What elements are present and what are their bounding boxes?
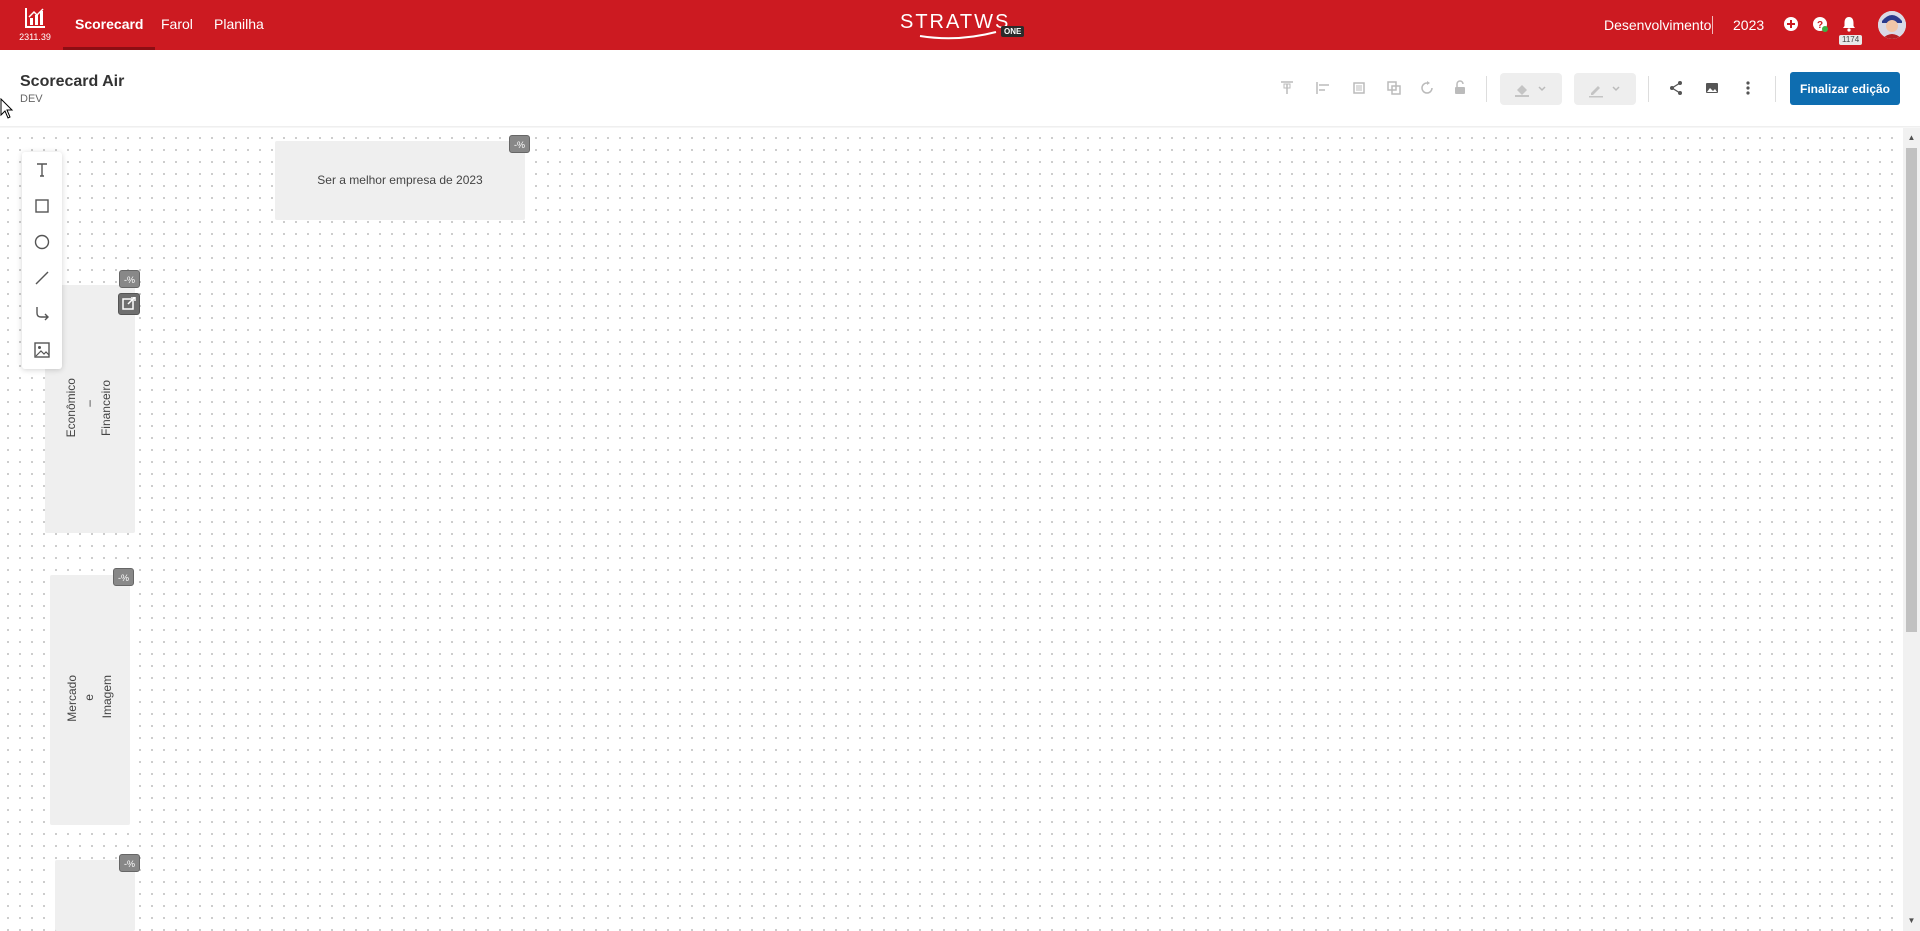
vision-percent-badge[interactable]: -% [509, 135, 530, 153]
stroke-color-dropdown[interactable] [1574, 73, 1636, 105]
year-selector[interactable]: 2023 [1733, 0, 1764, 50]
toolbar-separator [1648, 76, 1649, 102]
drawing-tools-palette [22, 152, 62, 369]
perspective-percent-badge[interactable]: -% [119, 854, 140, 872]
page-subtitle: DEV [20, 93, 43, 105]
avatar-image-icon [1878, 11, 1906, 39]
vision-card[interactable]: Ser a melhor empresa de 2023 [275, 141, 525, 220]
share-icon[interactable] [1668, 80, 1684, 96]
app-home-button[interactable]: 2311.39 [18, 6, 52, 46]
tab-planilha[interactable]: Planilha [214, 0, 264, 50]
bring-front-icon[interactable] [1351, 80, 1367, 96]
unlock-icon[interactable] [1452, 80, 1468, 96]
tab-farol[interactable]: Farol [161, 0, 193, 50]
more-vertical-icon[interactable] [1740, 80, 1756, 96]
scroll-down-arrow-icon[interactable]: ▼ [1906, 916, 1917, 926]
help-icon[interactable]: ? [1811, 15, 1829, 33]
add-circle-icon[interactable] [1782, 15, 1800, 33]
image-export-icon[interactable] [1704, 80, 1720, 96]
fill-color-icon [1515, 85, 1529, 97]
align-top-icon[interactable] [1279, 80, 1295, 96]
page-title: Scorecard Air [20, 73, 125, 90]
perspective-label-line: e [82, 694, 96, 701]
line-tool-icon[interactable] [32, 268, 52, 288]
perspective-label-line: Imagem [100, 675, 114, 719]
fill-color-dropdown[interactable] [1500, 73, 1562, 105]
rectangle-tool-icon[interactable] [32, 196, 52, 216]
chevron-down-icon [1538, 86, 1546, 92]
external-edit-icon [122, 297, 136, 310]
stroke-color-icon [1589, 86, 1603, 98]
connector-tool-icon[interactable] [32, 304, 52, 324]
top-navbar: 2311.39 Scorecard Farol Planilha STRATWS… [0, 0, 1920, 50]
bell-icon[interactable] [1840, 15, 1858, 33]
stratws-logo: STRATWS ONE [900, 8, 1030, 42]
tab-scorecard[interactable]: Scorecard [62, 0, 157, 50]
ellipse-tool-icon[interactable] [32, 232, 52, 252]
app-version: 2311.39 [19, 32, 51, 42]
text-tool-icon[interactable] [32, 160, 52, 180]
scroll-up-arrow-icon[interactable]: ▲ [1906, 133, 1917, 143]
open-perspective-button[interactable] [118, 293, 140, 315]
duplicate-icon[interactable] [1386, 80, 1402, 96]
vision-text: Ser a melhor empresa de 2023 [317, 173, 483, 187]
finish-editing-button[interactable]: Finalizar edição [1790, 72, 1900, 105]
logo-badge: ONE [1001, 26, 1025, 37]
logo-swoosh-icon [919, 31, 997, 40]
toolbar-separator [1486, 76, 1487, 102]
context-divider [1712, 16, 1713, 34]
notification-count-badge: 1174 [1839, 35, 1863, 45]
toolbar-separator [1775, 76, 1776, 102]
perspective-percent-badge[interactable]: -% [113, 568, 134, 586]
analytics-icon [25, 8, 45, 28]
user-avatar[interactable] [1878, 11, 1906, 39]
scrollbar-thumb[interactable] [1906, 148, 1917, 632]
perspective-label-line: – [82, 400, 96, 407]
image-tool-icon[interactable] [32, 340, 52, 360]
align-left-icon[interactable] [1315, 80, 1331, 96]
scorecard-canvas[interactable] [0, 128, 1903, 931]
rotate-icon[interactable] [1419, 80, 1435, 96]
perspective-percent-badge[interactable]: -% [119, 270, 140, 288]
chevron-down-icon [1612, 86, 1620, 92]
environment-selector[interactable]: Desenvolvimento [1604, 0, 1711, 50]
perspective-label-line: Econômico [64, 378, 78, 438]
mouse-cursor-icon [0, 98, 14, 119]
perspective-label-line: Mercado [65, 675, 79, 722]
perspective-label-line: Financeiro [99, 380, 113, 437]
